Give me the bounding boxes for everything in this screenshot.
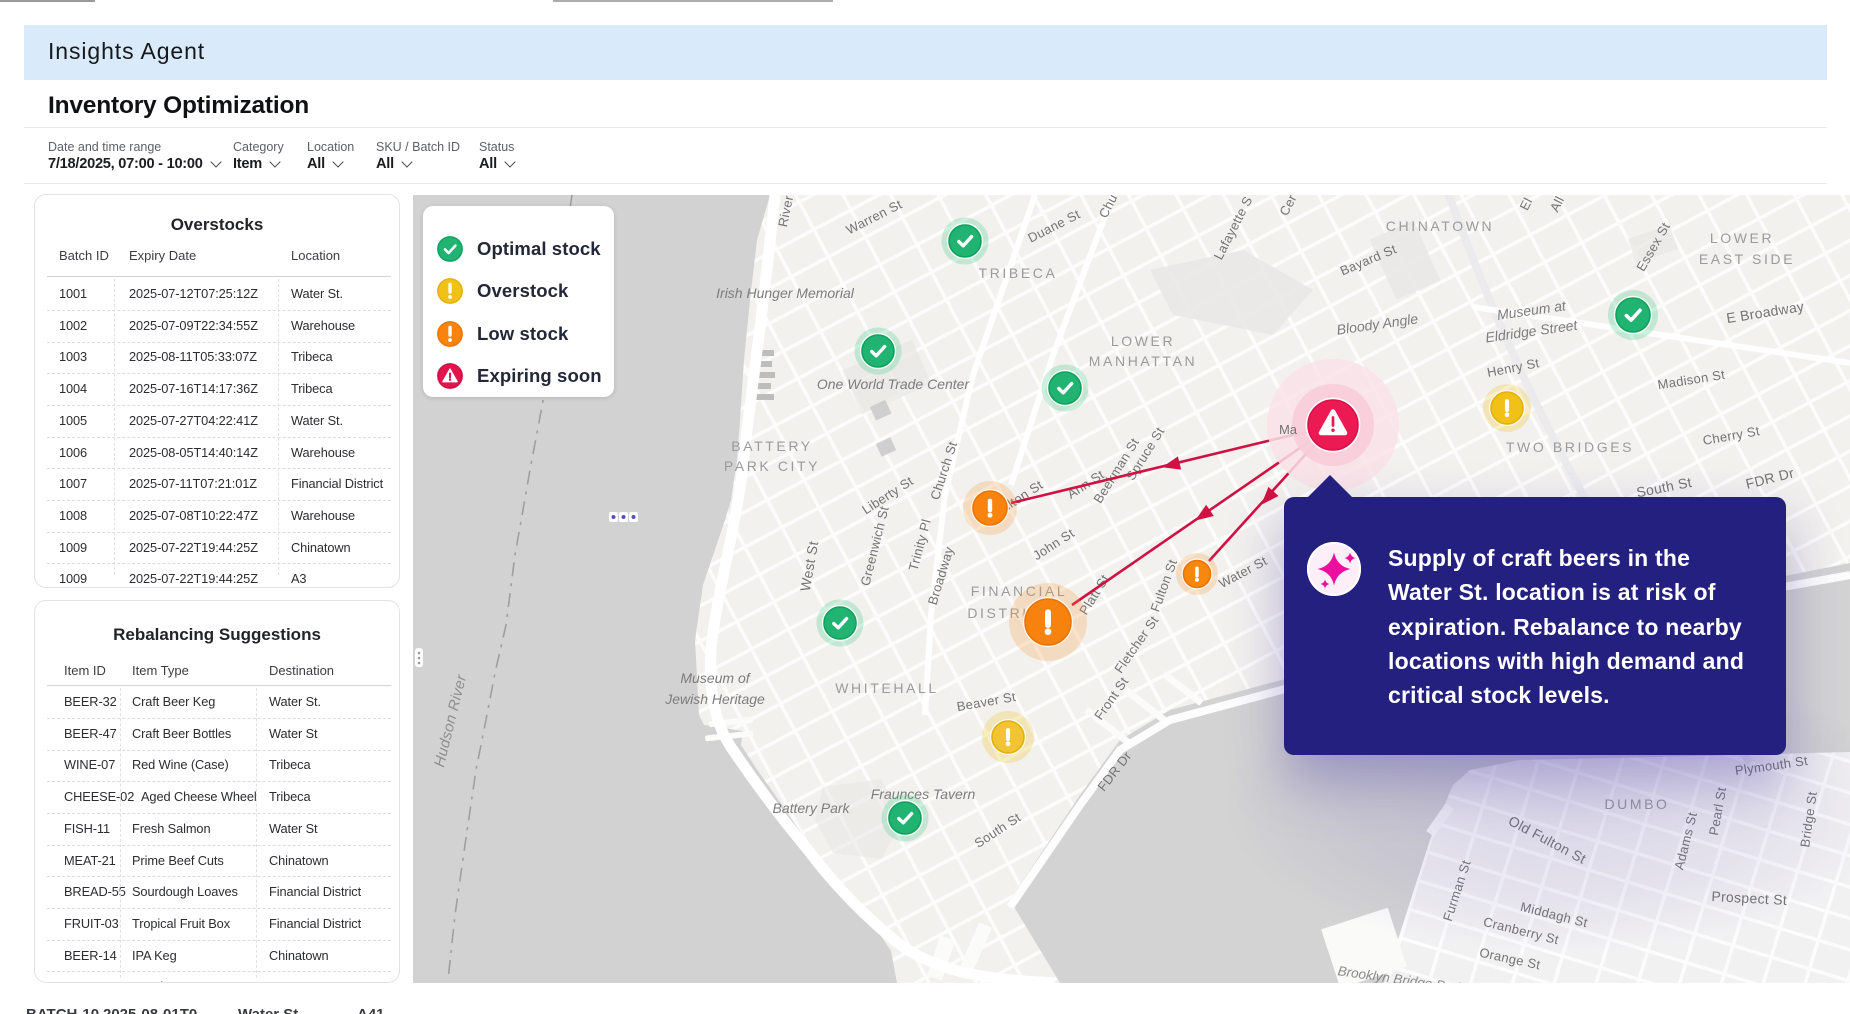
svg-text:Ma: Ma <box>1279 422 1298 437</box>
svg-text:BATTERY: BATTERY <box>731 438 812 454</box>
svg-text:PARK CITY: PARK CITY <box>724 458 820 474</box>
svg-text:Irish Hunger Memorial: Irish Hunger Memorial <box>716 285 855 301</box>
svg-text:Battery Park: Battery Park <box>772 800 850 816</box>
svg-text:Museum of: Museum of <box>680 670 751 686</box>
svg-text:TWO BRIDGES: TWO BRIDGES <box>1506 439 1634 455</box>
svg-text:MANHATTAN: MANHATTAN <box>1089 353 1197 369</box>
svg-text:LOWER: LOWER <box>1111 333 1175 349</box>
svg-text:WHITEHALL: WHITEHALL <box>835 680 939 696</box>
svg-text:LOWER: LOWER <box>1710 230 1774 246</box>
svg-text:CHINATOWN: CHINATOWN <box>1386 218 1494 234</box>
svg-text:EAST SIDE: EAST SIDE <box>1699 251 1795 267</box>
svg-text:Jewish Heritage: Jewish Heritage <box>664 691 765 707</box>
svg-text:TRIBECA: TRIBECA <box>979 265 1058 281</box>
svg-text:One World Trade Center: One World Trade Center <box>817 376 971 392</box>
svg-text:Fraunces Tavern: Fraunces Tavern <box>871 786 976 802</box>
